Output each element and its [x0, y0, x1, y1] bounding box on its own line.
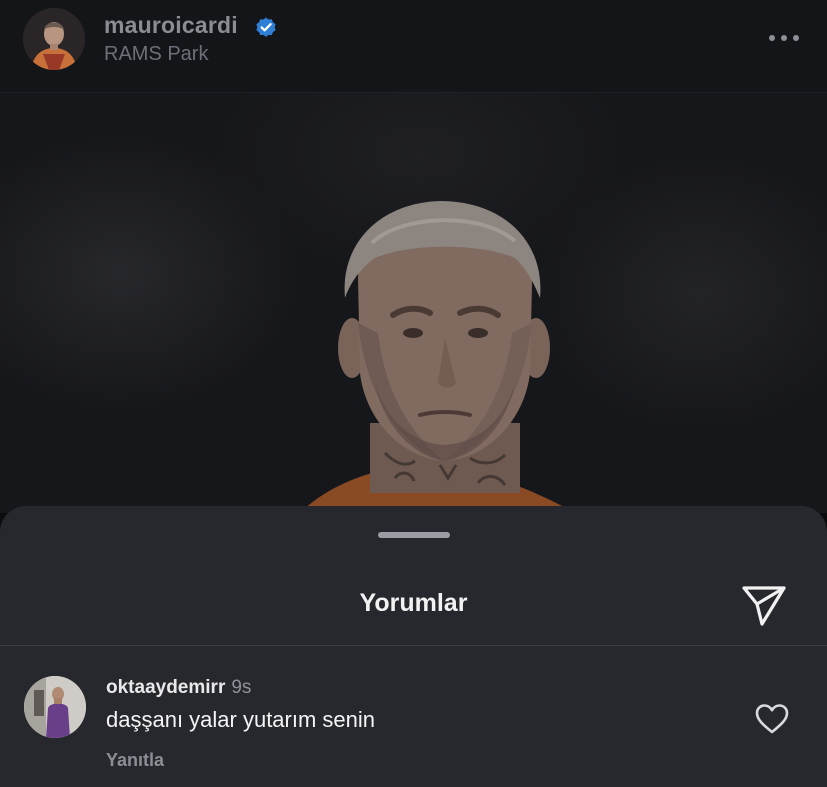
post-photo[interactable] [0, 93, 827, 513]
commenter-username[interactable]: oktaaydemirr 9s [106, 677, 251, 699]
comment-item: oktaaydemirr 9s daşşanı yalar yutarım sen… [0, 646, 827, 787]
instagram-post-screen: mauroicardi RAMS Park Yorumlar oktaaydem… [0, 0, 827, 787]
comments-title: Yorumlar [359, 589, 468, 617]
comment-timestamp: 9s [231, 677, 252, 698]
post-header: mauroicardi RAMS Park [0, 0, 827, 93]
comment-text: daşşanı yalar yutarım senin [106, 707, 376, 732]
comments-sheet: Yorumlar oktaaydemirr 9s daşşanı yalar y… [0, 506, 827, 787]
send-icon[interactable] [740, 582, 788, 628]
post-username[interactable]: mauroicardi [104, 12, 238, 39]
commenter-avatar[interactable] [24, 676, 86, 738]
commenter-username-text[interactable]: oktaaydemirr [106, 677, 225, 698]
sheet-grab-handle[interactable] [378, 532, 450, 538]
more-options-icon[interactable] [766, 32, 802, 44]
verified-badge-icon [256, 17, 276, 37]
heart-outline-icon[interactable] [754, 703, 790, 735]
profile-avatar[interactable] [23, 8, 85, 70]
post-location[interactable]: RAMS Park [104, 43, 208, 66]
reply-button[interactable]: Yanıtla [106, 750, 164, 771]
